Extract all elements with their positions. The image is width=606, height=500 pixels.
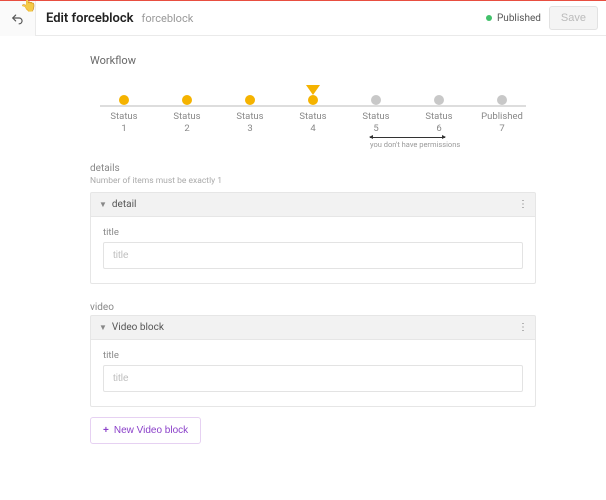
workflow-step-label: Status 1 (110, 111, 137, 135)
video-section: video ▼ Video block ⋮ title + New Video … (90, 302, 536, 444)
workflow-step-label: Status 2 (173, 111, 200, 135)
details-hint: Number of items must be exactly 1 (90, 176, 536, 186)
workflow-dot (182, 95, 192, 105)
workflow-dot (308, 95, 318, 105)
workflow-step-3[interactable]: Status 3 (220, 81, 280, 135)
status-dot-icon (486, 15, 492, 21)
video-panel-menu-icon[interactable]: ⋮ (518, 322, 527, 333)
workflow-heading: Workflow (90, 54, 536, 67)
caret-down-icon: ▼ (99, 200, 107, 209)
workflow-marker-icon (306, 81, 320, 95)
workflow-dot (371, 95, 381, 105)
add-video-block-button[interactable]: + New Video block (90, 417, 201, 444)
details-label: details (90, 163, 536, 174)
plus-icon: + (103, 425, 109, 436)
page-subtitle: forceblock (142, 12, 194, 25)
publish-status: Published (486, 13, 541, 24)
workflow-step-1[interactable]: Status 1 (94, 81, 154, 135)
video-panel-body: title (90, 340, 536, 407)
detail-title-label: title (103, 227, 523, 238)
details-section: details Number of items must be exactly … (90, 163, 536, 284)
save-button[interactable]: Save (549, 6, 598, 30)
detail-panel-title: detail (112, 199, 137, 210)
workflow-step-2[interactable]: Status 2 (157, 81, 217, 135)
back-button[interactable] (0, 1, 36, 36)
workflow-step-label: Status 6 (425, 111, 452, 135)
video-title-label: title (103, 350, 523, 361)
content-area: Workflow Status 1Status 2Status 3Status … (0, 36, 606, 444)
add-video-label: New Video block (114, 425, 188, 436)
workflow-step-label: Published 7 (481, 111, 523, 135)
workflow-step-6[interactable]: Status 6 (409, 81, 469, 135)
video-label: video (90, 302, 536, 313)
video-panel-title: Video block (112, 322, 164, 333)
workflow-widget: Status 1 Status 2 Status 3 Status 4 Status 5… (90, 81, 536, 135)
video-title-input[interactable] (103, 365, 523, 392)
video-panel-header[interactable]: ▼ Video block ⋮ (90, 315, 536, 340)
workflow-dot (119, 95, 129, 105)
status-label: Published (497, 13, 541, 24)
detail-panel-body: title (90, 217, 536, 284)
caret-down-icon: ▼ (99, 323, 107, 332)
detail-panel-menu-icon[interactable]: ⋮ (518, 199, 527, 210)
workflow-dot (245, 95, 255, 105)
workflow-step-label: Status 4 (299, 111, 326, 135)
workflow-step-label: Status 5 (362, 111, 389, 135)
back-arrow-icon (11, 11, 25, 25)
header-bar: 👆 Edit forceblock forceblock Published S… (0, 1, 606, 36)
workflow-dot (497, 95, 507, 105)
detail-panel-header[interactable]: ▼ detail ⋮ (90, 192, 536, 217)
workflow-permissions-note: you don't have permissions (370, 137, 445, 149)
workflow-step-5[interactable]: Status 5 (346, 81, 406, 135)
workflow-step-4[interactable]: Status 4 (283, 81, 343, 135)
permissions-text: you don't have permissions (370, 140, 460, 149)
permissions-bracket-line (370, 137, 445, 138)
workflow-step-label: Status 3 (236, 111, 263, 135)
workflow-step-7[interactable]: Published 7 (472, 81, 532, 135)
workflow-dot (434, 95, 444, 105)
detail-title-input[interactable] (103, 242, 523, 269)
page-title: Edit forceblock (46, 11, 134, 26)
